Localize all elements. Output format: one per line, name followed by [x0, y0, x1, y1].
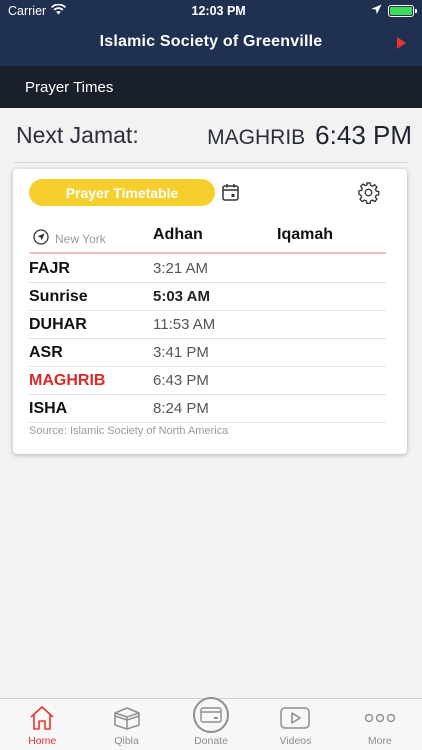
tab-label: More — [367, 735, 392, 747]
location[interactable]: New York — [33, 229, 106, 248]
wifi-icon — [51, 3, 67, 18]
calendar-icon[interactable] — [222, 183, 239, 206]
tab-home[interactable]: Home — [0, 699, 84, 750]
next-jamat-time: 6:43 PM — [315, 119, 412, 150]
tab-label: Videos — [279, 735, 312, 747]
prayer-name: Sunrise — [29, 287, 88, 305]
next-jamat-label: Next Jamat: — [16, 121, 139, 148]
section-bar: Prayer Times — [0, 66, 422, 108]
home-icon — [28, 703, 56, 733]
tab-donate[interactable]: Donate — [169, 697, 253, 750]
location-arrow-icon — [371, 4, 382, 18]
prayer-name: FAJR — [29, 259, 70, 277]
tab-label: Qibla — [114, 735, 139, 747]
header-title: Islamic Society of Greenville — [99, 33, 323, 50]
table-header: New York Adhan Iqamah — [13, 225, 407, 255]
column-header-iqamah: Iqamah — [277, 226, 334, 243]
prayer-name: ISHA — [29, 399, 68, 417]
next-jamat: Next Jamat: MAGHRIB 6:43 PM — [0, 108, 422, 162]
play-icon — [280, 703, 311, 733]
tab-bar: Home Qibla Donate Videos More — [0, 697, 422, 750]
gear-icon[interactable] — [357, 181, 380, 209]
header-divider — [29, 252, 386, 254]
adhan-time: 5:03 AM — [153, 288, 210, 305]
section-title: Prayer Times — [25, 78, 114, 96]
prayer-name: ASR — [29, 343, 63, 361]
table-row: DUHAR 11:53 AM — [29, 311, 386, 339]
tab-more[interactable]: More — [338, 699, 422, 750]
app-header: Carrier 12:03 PM Islamic Society of Gree… — [0, 0, 422, 66]
source-note: Source: Islamic Society of North America — [29, 425, 229, 437]
next-jamat-prayer: MAGHRIB — [207, 125, 306, 149]
table-row: ISHA 8:24 PM — [29, 395, 386, 423]
kaaba-icon — [112, 703, 142, 733]
adhan-time: 3:21 AM — [153, 260, 209, 277]
tab-label: Home — [28, 735, 57, 747]
table-row-current: MAGHRIB 6:43 PM — [29, 367, 386, 395]
adhan-time: 3:41 PM — [153, 344, 209, 361]
play-arrow-icon[interactable] — [397, 37, 406, 49]
prayer-timetable-button[interactable]: Prayer Timetable — [29, 179, 215, 206]
prayer-table: FAJR 3:21 AM Sunrise 5:03 AM DUHAR 11:53… — [29, 255, 386, 423]
table-row: FAJR 3:21 AM — [29, 255, 386, 283]
prayer-name: DUHAR — [29, 315, 87, 333]
more-dots-icon — [364, 703, 396, 733]
table-row: Sunrise 5:03 AM — [29, 283, 386, 311]
prayer-times-card: Prayer Timetable New York Adhan Iqamah F… — [13, 169, 407, 454]
adhan-time: 11:53 AM — [153, 316, 216, 333]
divider — [14, 162, 408, 163]
tab-label: Donate — [194, 735, 228, 747]
tab-qibla[interactable]: Qibla — [84, 699, 168, 750]
adhan-time: 6:43 PM — [153, 372, 209, 389]
prayer-name: MAGHRIB — [29, 371, 106, 389]
location-label: New York — [55, 231, 106, 246]
adhan-time: 8:24 PM — [153, 400, 209, 417]
location-icon — [33, 229, 49, 248]
battery-icon — [388, 5, 417, 17]
credit-card-icon — [193, 697, 230, 733]
status-bar: Carrier 12:03 PM — [0, 0, 422, 22]
carrier-label: Carrier — [8, 4, 47, 18]
status-time: 12:03 PM — [191, 4, 246, 18]
table-row: ASR 3:41 PM — [29, 339, 386, 367]
tab-videos[interactable]: Videos — [253, 699, 337, 750]
column-header-adhan: Adhan — [153, 226, 203, 243]
